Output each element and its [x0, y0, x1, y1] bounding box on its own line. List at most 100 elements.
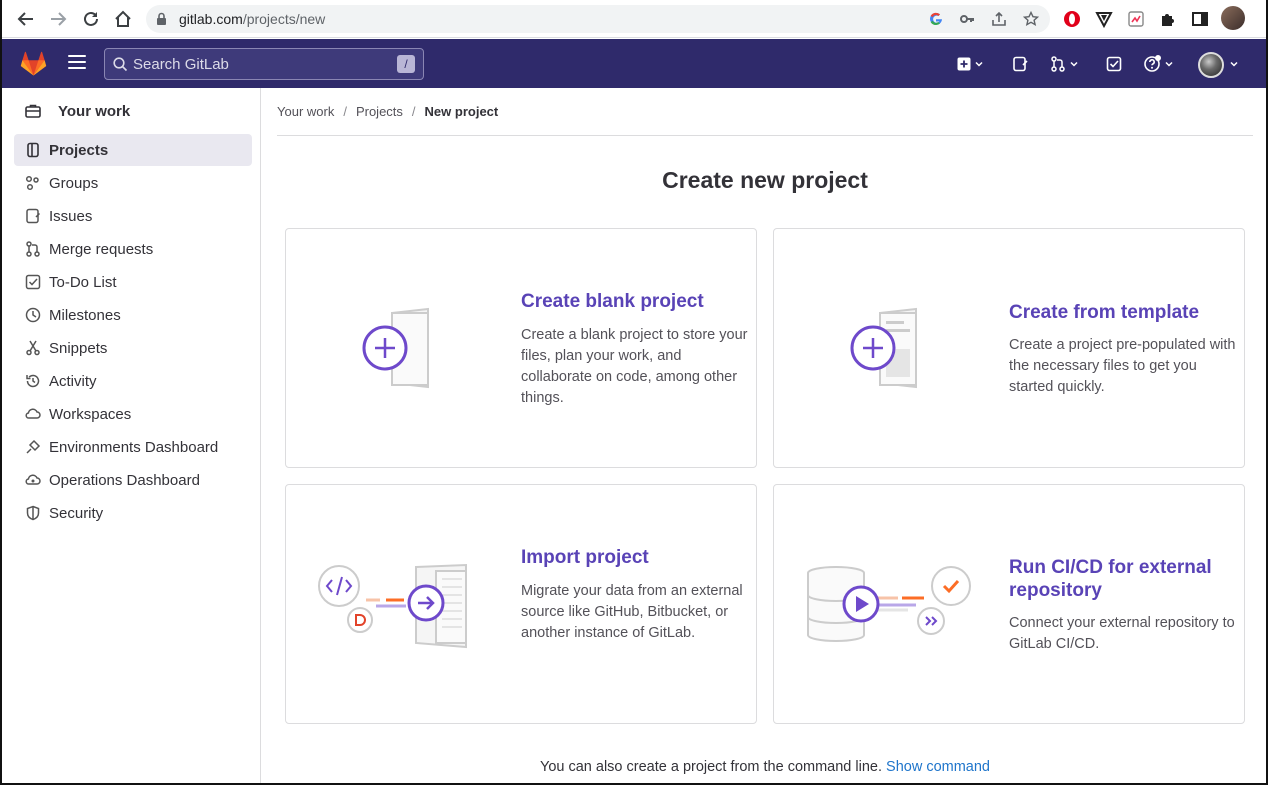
sidebar-item-todo-list[interactable]: To-Do List: [14, 266, 252, 298]
group-icon: [25, 175, 41, 191]
url-text: gitlab.com/projects/new: [179, 11, 326, 27]
run-cicd-external-repository-card[interactable]: Run CI/CD for external repository Connec…: [773, 484, 1245, 724]
shield-icon: [25, 505, 41, 521]
sidebar: Your work Projects Groups Issues Merge r…: [2, 88, 261, 783]
profile-avatar[interactable]: [1221, 6, 1245, 30]
address-bar[interactable]: gitlab.com/projects/new: [146, 5, 1050, 33]
search-icon: [113, 57, 128, 77]
back-icon[interactable]: [14, 7, 38, 31]
page-title: Create new project: [662, 167, 868, 193]
help-icon: [1144, 55, 1161, 72]
plus-square-icon: [957, 57, 971, 71]
merge-requests-dropdown[interactable]: [1050, 54, 1078, 74]
template-illustration-icon: [850, 307, 917, 389]
vpn-extension-icon[interactable]: [1094, 9, 1114, 29]
home-icon[interactable]: [111, 7, 135, 31]
search-shortcut-badge: /: [397, 55, 415, 73]
user-menu-chevron-icon[interactable]: [1230, 54, 1238, 74]
create-from-template-card[interactable]: Create from template Create a project pr…: [773, 228, 1245, 468]
help-dropdown[interactable]: [1143, 54, 1173, 74]
import-project-card[interactable]: Import project Migrate your data from an…: [285, 484, 757, 724]
create-blank-project-card[interactable]: Create blank project Create a blank proj…: [285, 228, 757, 468]
sidebar-item-issues[interactable]: Issues: [14, 200, 252, 232]
sidebar-item-label: Issues: [49, 207, 93, 225]
sidebar-item-label: Projects: [49, 141, 109, 159]
browser-window: gitlab.com/projects/new Search GitLab / …: [0, 0, 1268, 785]
show-command-link[interactable]: Show command: [886, 759, 990, 775]
environment-icon: [25, 439, 41, 455]
card-description: Create a project pre-populated with the …: [1009, 337, 1236, 395]
sidebar-item-projects[interactable]: Projects: [14, 134, 252, 166]
issues-icon: [25, 208, 41, 224]
gitlab-topbar: Search GitLab /: [2, 39, 1266, 88]
browser-toolbar: gitlab.com/projects/new: [2, 0, 1266, 38]
gitlab-logo-icon[interactable]: [20, 51, 47, 81]
sidebar-item-operations-dashboard[interactable]: Operations Dashboard: [14, 464, 252, 496]
issues-shortcut-icon[interactable]: [1012, 54, 1028, 74]
merge-request-icon: [1051, 56, 1065, 72]
google-icon[interactable]: [927, 10, 945, 28]
sidebar-item-security[interactable]: Security: [14, 497, 252, 529]
sidebar-item-workspaces[interactable]: Workspaces: [14, 398, 252, 430]
divider: [277, 135, 1253, 136]
card-title[interactable]: Run CI/CD for external repository: [1009, 556, 1229, 602]
card-description: Migrate your data from an external sourc…: [521, 583, 743, 641]
forward-icon[interactable]: [46, 7, 70, 31]
cloud-gear-icon: [25, 472, 41, 488]
opera-extension-icon[interactable]: [1062, 9, 1082, 29]
command-line-hint: You can also create a project from the c…: [277, 759, 1253, 775]
share-icon[interactable]: [990, 10, 1008, 28]
bookmark-star-icon[interactable]: [1022, 10, 1040, 28]
color-extension-icon[interactable]: [1126, 9, 1146, 29]
user-avatar[interactable]: [1198, 52, 1224, 78]
sidebar-item-groups[interactable]: Groups: [14, 167, 252, 199]
sidebar-item-label: Activity: [49, 372, 97, 390]
snippet-icon: [25, 340, 41, 356]
sidebar-item-merge-requests[interactable]: Merge requests: [14, 233, 252, 265]
card-title[interactable]: Create blank project: [521, 290, 704, 313]
cicd-illustration-icon: [807, 566, 971, 643]
breadcrumb-separator: /: [343, 104, 347, 119]
breadcrumb-your-work[interactable]: Your work: [277, 104, 334, 119]
chevron-down-icon: [975, 61, 983, 67]
side-panel-icon[interactable]: [1190, 9, 1210, 29]
lock-icon: [156, 12, 167, 31]
todo-shortcut-icon[interactable]: [1106, 54, 1122, 74]
briefcase-icon: [25, 104, 41, 118]
sidebar-item-milestones[interactable]: Milestones: [14, 299, 252, 331]
cloud-icon: [25, 406, 41, 422]
command-line-hint-text: You can also create a project from the c…: [539, 759, 882, 775]
sidebar-item-label: To-Do List: [49, 273, 117, 291]
sidebar-context-header: Your work: [14, 98, 252, 124]
import-illustration-icon: [318, 563, 467, 649]
search-placeholder: Search GitLab: [133, 56, 229, 73]
chevron-down-icon: [1165, 61, 1173, 67]
reload-icon[interactable]: [79, 7, 103, 31]
sidebar-item-snippets[interactable]: Snippets: [14, 332, 252, 364]
sidebar-item-label: Snippets: [49, 339, 108, 357]
card-description: Connect your external repository to GitL…: [1009, 615, 1235, 652]
todo-icon: [25, 274, 41, 290]
sidebar-item-label: Groups: [49, 174, 99, 192]
card-description: Create a blank project to store your fil…: [521, 327, 748, 406]
search-input[interactable]: Search GitLab /: [104, 48, 424, 80]
new-item-dropdown[interactable]: [957, 54, 983, 74]
puzzle-extensions-icon[interactable]: [1158, 9, 1178, 29]
sidebar-item-label: Environments Dashboard: [49, 438, 219, 456]
menu-hamburger-icon[interactable]: [68, 55, 86, 71]
sidebar-item-label: Workspaces: [49, 405, 132, 423]
project-icon: [25, 142, 41, 158]
clock-icon: [25, 307, 41, 323]
breadcrumb-projects[interactable]: Projects: [356, 104, 403, 119]
sidebar-item-label: Operations Dashboard: [49, 471, 200, 489]
sidebar-item-environments-dashboard[interactable]: Environments Dashboard: [14, 431, 252, 463]
merge-request-icon: [25, 241, 41, 257]
sidebar-item-label: Security: [49, 504, 104, 522]
sidebar-item-activity[interactable]: Activity: [14, 365, 252, 397]
card-title[interactable]: Create from template: [1009, 301, 1199, 324]
blank-project-illustration-icon: [362, 307, 429, 389]
sidebar-item-label: Milestones: [49, 306, 121, 324]
breadcrumb-new-project[interactable]: New project: [425, 104, 499, 119]
key-icon[interactable]: [958, 10, 976, 28]
card-title[interactable]: Import project: [521, 546, 649, 569]
